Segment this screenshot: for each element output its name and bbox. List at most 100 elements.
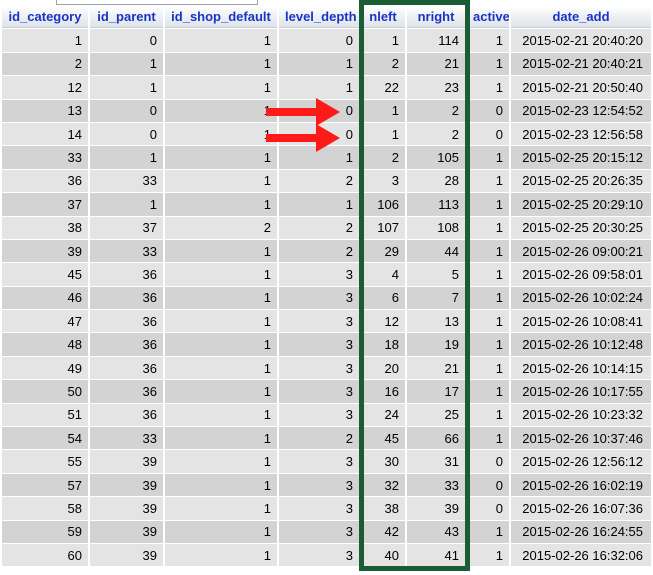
cell-id-shop-default: 1 [165, 52, 277, 76]
cell-nleft: 40 [361, 543, 405, 567]
cell-id-shop-default: 1 [165, 29, 277, 52]
column-header-active[interactable]: active [467, 6, 509, 29]
cell-id-shop-default: 1 [165, 450, 277, 473]
cell-id-parent: 1 [90, 193, 163, 216]
cell-date-add: 2015-02-26 09:58:01 [511, 263, 651, 286]
cell-date-add: 2015-02-25 20:29:10 [511, 193, 651, 216]
cell-nleft: 2 [361, 146, 405, 169]
cell-level-depth: 3 [279, 310, 359, 333]
cell-id-shop-default: 1 [165, 520, 277, 543]
cell-id-shop-default: 1 [165, 356, 277, 380]
results-table: id_category id_parent id_shop_default le… [0, 5, 653, 567]
cell-id-parent: 33 [90, 169, 163, 193]
cell-id-category: 12 [2, 76, 88, 99]
cell-nright: 66 [407, 427, 465, 450]
table-row[interactable]: 49 36 1 3 20 21 1 2015-02-26 10:14:15 [2, 356, 651, 380]
cell-active: 1 [467, 380, 509, 403]
table-row[interactable]: 60 39 1 3 40 41 1 2015-02-26 16:32:06 [2, 543, 651, 567]
cell-id-parent: 36 [90, 286, 163, 310]
cell-active: 1 [467, 29, 509, 52]
cell-level-depth: 3 [279, 380, 359, 403]
table-row[interactable]: 47 36 1 3 12 13 1 2015-02-26 10:08:41 [2, 310, 651, 333]
cell-date-add: 2015-02-26 09:00:21 [511, 239, 651, 263]
cell-id-category: 59 [2, 520, 88, 543]
column-header-id-shop-default[interactable]: id_shop_default [165, 6, 277, 29]
cell-level-depth: 1 [279, 52, 359, 76]
table-row[interactable]: 50 36 1 3 16 17 1 2015-02-26 10:17:55 [2, 380, 651, 403]
cell-nleft: 24 [361, 403, 405, 427]
column-header-nleft[interactable]: nleft [361, 6, 405, 29]
cell-date-add: 2015-02-21 20:50:40 [511, 76, 651, 99]
cell-id-shop-default: 1 [165, 380, 277, 403]
cell-level-depth: 3 [279, 403, 359, 427]
cell-level-depth: 1 [279, 193, 359, 216]
cell-date-add: 2015-02-26 16:07:36 [511, 497, 651, 520]
table-row[interactable]: 38 37 2 2 107 108 1 2015-02-25 20:30:25 [2, 216, 651, 239]
cell-level-depth: 1 [279, 76, 359, 99]
column-header-date-add[interactable]: date_add [511, 6, 651, 29]
cell-date-add: 2015-02-25 20:15:12 [511, 146, 651, 169]
column-header-level-depth[interactable]: level_depth [279, 6, 359, 29]
cell-nright: 13 [407, 310, 465, 333]
cell-nleft: 6 [361, 286, 405, 310]
cell-level-depth: 3 [279, 356, 359, 380]
cell-id-parent: 39 [90, 543, 163, 567]
cell-nleft: 20 [361, 356, 405, 380]
table-row[interactable]: 13 0 1 0 1 2 0 2015-02-23 12:54:52 [2, 99, 651, 122]
table-row[interactable]: 46 36 1 3 6 7 1 2015-02-26 10:02:24 [2, 286, 651, 310]
table-row[interactable]: 33 1 1 1 2 105 1 2015-02-25 20:15:12 [2, 146, 651, 169]
cell-id-shop-default: 1 [165, 286, 277, 310]
cell-id-category: 13 [2, 99, 88, 122]
cell-nleft: 3 [361, 169, 405, 193]
cell-nleft: 1 [361, 122, 405, 146]
cell-id-parent: 36 [90, 380, 163, 403]
cell-active: 1 [467, 193, 509, 216]
table-row[interactable]: 14 0 1 0 1 2 0 2015-02-23 12:56:58 [2, 122, 651, 146]
cell-id-category: 49 [2, 356, 88, 380]
table-row[interactable]: 58 39 1 3 38 39 0 2015-02-26 16:07:36 [2, 497, 651, 520]
table-row[interactable]: 57 39 1 3 32 33 0 2015-02-26 16:02:19 [2, 473, 651, 497]
cell-active: 1 [467, 356, 509, 380]
table-row[interactable]: 37 1 1 1 106 113 1 2015-02-25 20:29:10 [2, 193, 651, 216]
table-row[interactable]: 2 1 1 1 2 21 1 2015-02-21 20:40:21 [2, 52, 651, 76]
table-row[interactable]: 39 33 1 2 29 44 1 2015-02-26 09:00:21 [2, 239, 651, 263]
column-header-nright[interactable]: nright [407, 6, 465, 29]
cell-active: 1 [467, 263, 509, 286]
table-row[interactable]: 12 1 1 1 22 23 1 2015-02-21 20:50:40 [2, 76, 651, 99]
cell-date-add: 2015-02-26 10:17:55 [511, 380, 651, 403]
cell-date-add: 2015-02-26 10:12:48 [511, 333, 651, 356]
cell-id-category: 50 [2, 380, 88, 403]
cell-id-parent: 1 [90, 52, 163, 76]
cell-level-depth: 3 [279, 333, 359, 356]
table-row[interactable]: 54 33 1 2 45 66 1 2015-02-26 10:37:46 [2, 427, 651, 450]
cell-id-shop-default: 1 [165, 193, 277, 216]
cell-nleft: 106 [361, 193, 405, 216]
cell-id-category: 39 [2, 239, 88, 263]
cell-nleft: 32 [361, 473, 405, 497]
column-header-id-category[interactable]: id_category [2, 6, 88, 29]
table-row[interactable]: 36 33 1 2 3 28 1 2015-02-25 20:26:35 [2, 169, 651, 193]
table-row[interactable]: 48 36 1 3 18 19 1 2015-02-26 10:12:48 [2, 333, 651, 356]
table-row[interactable]: 1 0 1 0 1 114 1 2015-02-21 20:40:20 [2, 29, 651, 52]
table-row[interactable]: 59 39 1 3 42 43 1 2015-02-26 16:24:55 [2, 520, 651, 543]
cell-nleft: 107 [361, 216, 405, 239]
cell-date-add: 2015-02-26 10:02:24 [511, 286, 651, 310]
cell-level-depth: 0 [279, 122, 359, 146]
cell-active: 1 [467, 310, 509, 333]
cell-id-parent: 36 [90, 310, 163, 333]
table-row[interactable]: 45 36 1 3 4 5 1 2015-02-26 09:58:01 [2, 263, 651, 286]
cell-id-parent: 1 [90, 76, 163, 99]
cell-active: 1 [467, 146, 509, 169]
cell-nright: 114 [407, 29, 465, 52]
table-row[interactable]: 55 39 1 3 30 31 0 2015-02-26 12:56:12 [2, 450, 651, 473]
cell-id-category: 1 [2, 29, 88, 52]
cell-nright: 21 [407, 52, 465, 76]
cell-nleft: 22 [361, 76, 405, 99]
cell-id-category: 45 [2, 263, 88, 286]
cell-id-shop-default: 1 [165, 403, 277, 427]
column-header-id-parent[interactable]: id_parent [90, 6, 163, 29]
cell-active: 1 [467, 427, 509, 450]
cell-nleft: 4 [361, 263, 405, 286]
cell-nright: 39 [407, 497, 465, 520]
table-row[interactable]: 51 36 1 3 24 25 1 2015-02-26 10:23:32 [2, 403, 651, 427]
